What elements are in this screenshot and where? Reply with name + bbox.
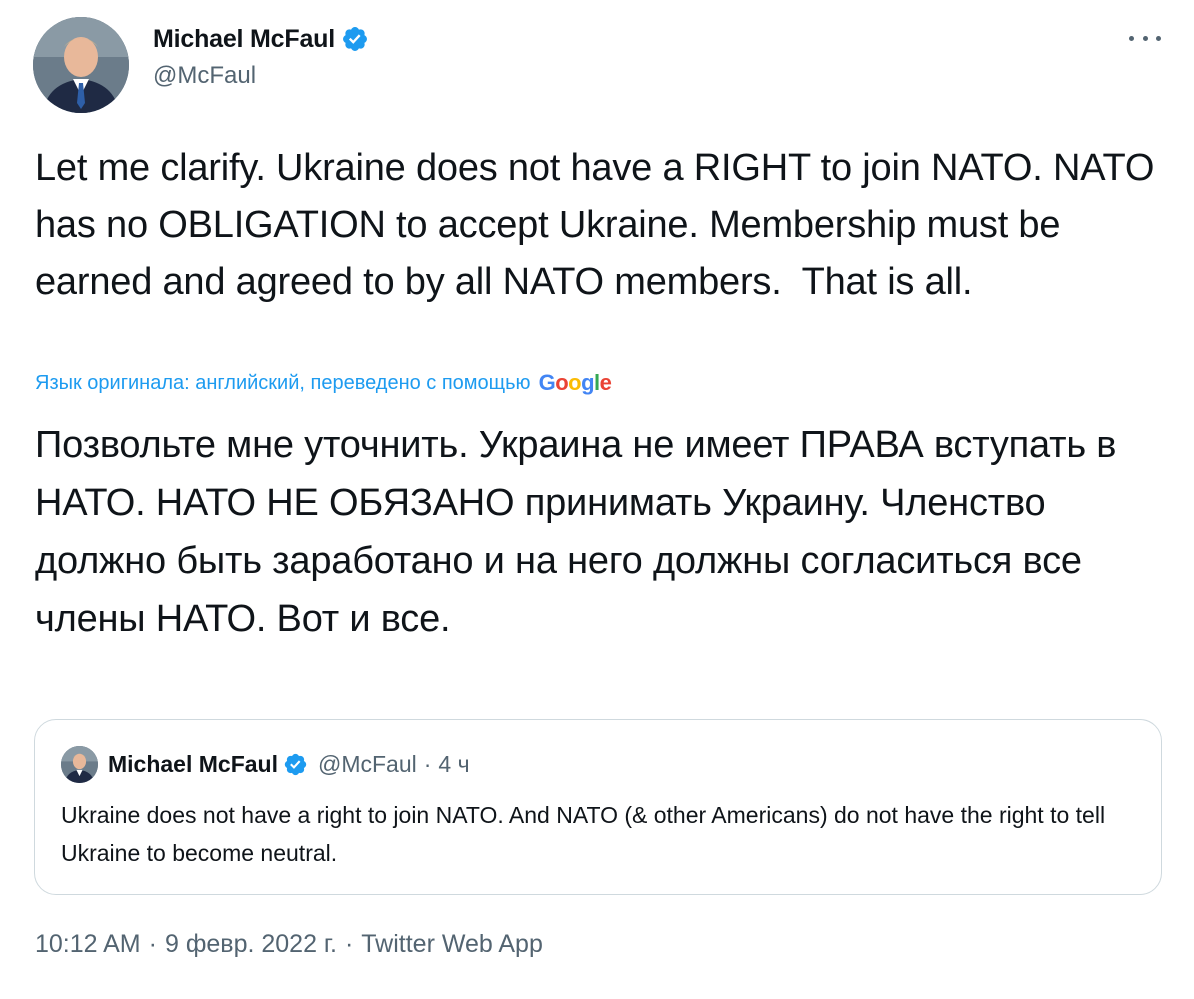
quoted-timestamp: 4 ч bbox=[438, 751, 470, 777]
quoted-author-display-name: Michael McFaul bbox=[108, 751, 278, 777]
quoted-separator: · bbox=[423, 751, 432, 777]
tweet-date[interactable]: 9 февр. 2022 г. bbox=[165, 930, 337, 959]
tweet-meta: 10:12 AM · 9 февр. 2022 г. · Twitter Web… bbox=[35, 930, 543, 959]
quoted-author-handle: @McFaul bbox=[317, 751, 417, 777]
tweet-detail: Michael McFaul @McFaul Let me clarify. U… bbox=[0, 0, 1194, 999]
verified-badge-icon bbox=[343, 27, 367, 51]
translation-note-label: Язык оригинала: английский, переведено с… bbox=[35, 371, 531, 394]
meta-separator: · bbox=[344, 930, 354, 958]
quoted-tweet-header: Michael McFaul @McFaul · 4 ч bbox=[61, 746, 470, 783]
tweet-text: Let me clarify. Ukraine does not have a … bbox=[35, 147, 1165, 303]
tweet-source[interactable]: Twitter Web App bbox=[361, 930, 543, 959]
meta-separator: · bbox=[148, 930, 157, 958]
profile-photo-icon bbox=[33, 17, 129, 113]
author-name-row[interactable]: Michael McFaul bbox=[153, 22, 369, 56]
author-handle[interactable]: @McFaul bbox=[153, 62, 256, 90]
profile-photo-icon bbox=[61, 746, 98, 783]
author-avatar[interactable] bbox=[33, 17, 129, 113]
tweet-time[interactable]: 10:12 AM bbox=[35, 930, 141, 959]
quoted-tweet-card[interactable]: Michael McFaul @McFaul · 4 ч Ukraine doe… bbox=[34, 719, 1162, 895]
google-logo-icon: Google bbox=[538, 370, 612, 395]
quoted-author-avatar bbox=[61, 746, 98, 783]
verified-badge-icon bbox=[284, 753, 307, 776]
quoted-tweet-text: Ukraine does not have a right to join NA… bbox=[61, 802, 1106, 866]
translated-tweet-text: Позвольте мне уточнить. Украина не имеет… bbox=[35, 424, 1117, 640]
translation-note[interactable]: Язык оригинала: английский, переведено с… bbox=[35, 370, 612, 396]
author-display-name[interactable]: Michael McFaul bbox=[153, 25, 335, 54]
more-options-icon[interactable] bbox=[1129, 28, 1161, 48]
